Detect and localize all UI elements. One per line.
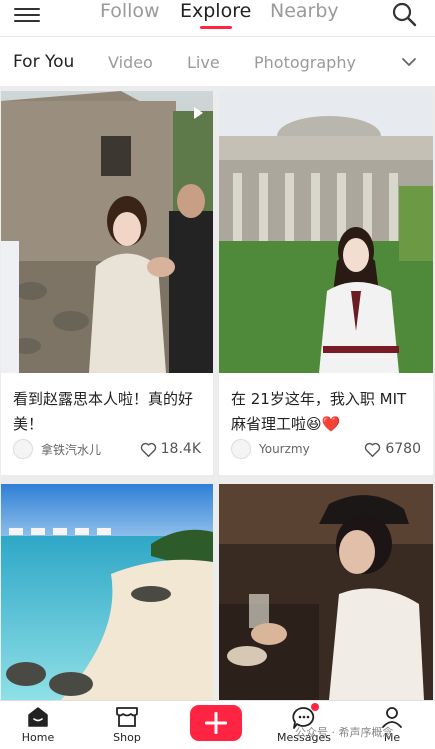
chevron-down-icon[interactable]: [400, 55, 418, 69]
tab-nearby[interactable]: Nearby: [270, 0, 339, 22]
heart-outline-icon: [140, 442, 156, 457]
category-live[interactable]: Live: [187, 53, 220, 72]
home-icon: [28, 707, 48, 727]
watermark: 公众号 · 希声序概念: [295, 726, 394, 739]
category-photography[interactable]: Photography: [254, 53, 356, 72]
post-author[interactable]: Yourzmy: [231, 439, 310, 459]
avatar: [13, 439, 33, 459]
tab-explore[interactable]: Explore: [180, 0, 251, 22]
like-button[interactable]: 6780: [364, 439, 421, 459]
post-card[interactable]: 看到赵露思本人啦！真的好美！ 拿铁汽水儿 18.4K: [1, 91, 213, 475]
post-image: [219, 91, 433, 373]
nav-home[interactable]: Home: [3, 701, 73, 749]
post-title: 在 21岁这年，我入职 MIT 麻省理工啦😆❤️: [231, 390, 407, 433]
active-tab-indicator: [200, 26, 232, 29]
post-image: [1, 484, 213, 700]
like-count: 18.4K: [160, 441, 201, 457]
avatar: [231, 439, 251, 459]
top-navigation: Follow Explore Nearby: [0, 0, 435, 36]
category-for-you[interactable]: For You: [13, 52, 74, 72]
author-name: 拿铁汽水儿: [41, 442, 102, 457]
feed: 看到赵露思本人啦！真的好美！ 拿铁汽水儿 18.4K 在 21岁这年，我入职 M…: [0, 86, 435, 700]
hamburger-menu-icon[interactable]: [14, 4, 40, 26]
tab-follow[interactable]: Follow: [100, 0, 160, 22]
post-card[interactable]: 在 21岁这年，我入职 MIT 麻省理工啦😆❤️ Yourzmy 6780: [219, 91, 433, 475]
like-count: 6780: [385, 441, 421, 457]
like-button[interactable]: 18.4K: [140, 439, 201, 459]
nav-shop[interactable]: Shop: [92, 701, 162, 749]
nav-shop-label: Shop: [113, 731, 141, 744]
post-title: 看到赵露思本人啦！真的好美！: [13, 390, 194, 433]
play-icon: [194, 107, 203, 119]
shop-icon: [116, 707, 138, 727]
post-image: [1, 91, 213, 373]
post-author[interactable]: 拿铁汽水儿: [13, 439, 101, 459]
post-card[interactable]: [219, 484, 433, 700]
post-image: [219, 484, 433, 700]
create-post-button[interactable]: [190, 705, 242, 741]
search-icon[interactable]: [391, 1, 417, 27]
category-video[interactable]: Video: [108, 53, 153, 72]
heart-outline-icon: [365, 442, 381, 457]
category-bar: For You Video Live Photography: [0, 36, 435, 86]
nav-home-label: Home: [21, 731, 55, 744]
post-card[interactable]: [1, 484, 213, 700]
notification-dot: [311, 703, 319, 711]
author-name: Yourzmy: [259, 442, 310, 456]
